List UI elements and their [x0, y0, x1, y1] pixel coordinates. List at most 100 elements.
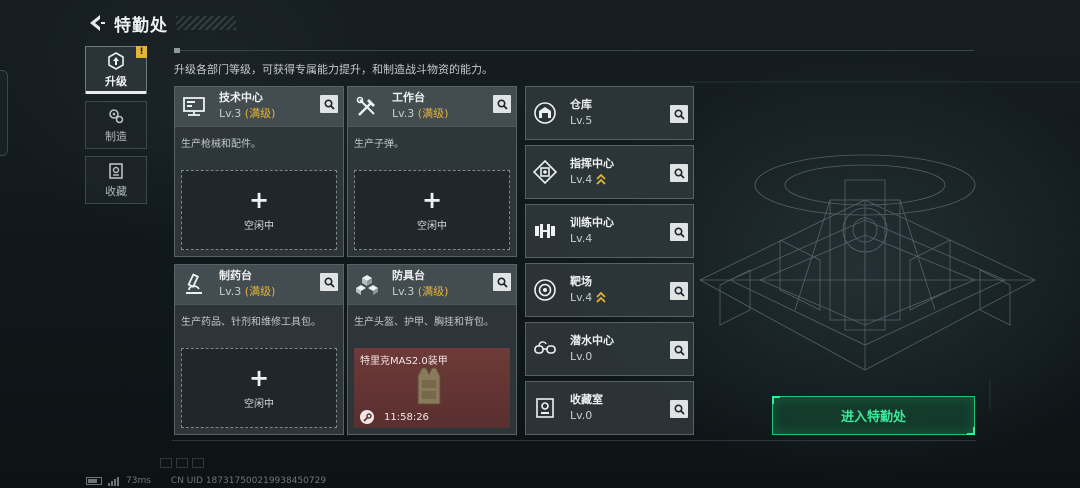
card-level: Lv.3 (满级) — [392, 285, 449, 298]
page-title: 特勤处 — [114, 15, 168, 36]
collection-icon — [109, 162, 123, 179]
card-title: 制药台 — [219, 269, 252, 282]
facility-name: 潜水中心 — [570, 333, 614, 347]
facility-name: 靶场 — [570, 274, 592, 288]
nav-upgrade-label: 升级 — [105, 74, 127, 88]
divider — [172, 440, 976, 441]
magnifier-icon — [673, 167, 685, 179]
enter-special-ops-button[interactable]: 进入特勤处 — [772, 396, 975, 435]
card-level: Lv.3 (满级) — [219, 285, 276, 298]
workbench-card-pharmacy[interactable]: 制药台 Lv.3 (满级) 生产药品、针剂和维修工具包。 + 空闲中 — [174, 264, 344, 435]
computer-icon — [181, 94, 207, 120]
magnifier-icon — [673, 285, 685, 297]
max-level-tag: (满级) — [244, 285, 276, 298]
inspect-button[interactable] — [670, 400, 688, 418]
magnifier-icon — [496, 98, 508, 110]
facility-level: Lv.4 — [570, 172, 614, 188]
trophy-case-icon — [532, 395, 558, 421]
idle-slot[interactable]: + 空闲中 — [181, 348, 337, 428]
side-drawer-tab[interactable] — [0, 70, 8, 156]
facility-level: Lv.5 — [570, 113, 593, 127]
upgrade-available-icon — [596, 292, 606, 303]
card-description: 生产头盔、护甲、胸挂和背包。 — [354, 317, 494, 328]
facility-name: 收藏室 — [570, 392, 603, 406]
facility-card-shooting-range[interactable]: 靶场 Lv.4 — [525, 263, 694, 317]
side-nav: ! 升级 制造 收藏 — [85, 46, 147, 211]
ping-value: 73ms — [126, 476, 151, 486]
card-title: 工作台 — [392, 91, 425, 104]
blocks-icon — [354, 272, 380, 298]
facility-name: 训练中心 — [570, 215, 614, 229]
max-level-tag: (满级) — [244, 107, 276, 120]
nav-collection[interactable]: 收藏 — [85, 156, 147, 204]
crafting-item-name: 特里克MAS2.0装甲 — [360, 356, 448, 367]
user-uid: CN UID 1873175002199384507​29 — [170, 476, 327, 486]
inspect-button[interactable] — [320, 95, 338, 113]
decorative-blocks — [160, 458, 204, 468]
gears-icon — [109, 108, 124, 123]
slot-status: 空闲中 — [244, 398, 274, 410]
max-level-tag: (满级) — [417, 285, 449, 298]
facility-level: Lv.0 — [570, 349, 593, 363]
card-description: 生产枪械和配件。 — [181, 139, 261, 150]
nav-collection-label: 收藏 — [105, 184, 127, 198]
magnifier-icon — [496, 276, 508, 288]
workbench-card-tech-center[interactable]: 技术中心 Lv.3 (满级) 生产枪械和配件。 + 空闲中 — [174, 86, 344, 257]
inspect-button[interactable] — [493, 273, 511, 291]
warehouse-icon — [532, 100, 558, 126]
facility-card-training-center[interactable]: 训练中心 Lv.4 — [525, 204, 694, 258]
page-header: 特勤处 — [86, 10, 236, 36]
title-decoration — [176, 16, 236, 30]
facility-name: 仓库 — [570, 97, 592, 111]
facility-card-collection-room[interactable]: 收藏室 Lv.0 — [525, 381, 694, 435]
wrench-icon — [360, 410, 374, 424]
workbench-card-workbench[interactable]: 工作台 Lv.3 (满级) 生产子弹。 + 空闲中 — [347, 86, 517, 257]
intro-text: 升级各部门等级，可获得专属能力提升，和制造战斗物资的能力。 — [174, 63, 493, 76]
body-armor-icon — [417, 367, 441, 405]
back-arrow-icon[interactable] — [86, 12, 108, 34]
slot-status: 空闲中 — [244, 220, 274, 232]
inspect-button[interactable] — [670, 105, 688, 123]
nav-upgrade[interactable]: ! 升级 — [85, 46, 147, 94]
upgrade-available-icon — [596, 174, 606, 185]
diving-goggles-icon — [532, 336, 558, 362]
plus-icon: + — [421, 185, 443, 214]
inspect-button[interactable] — [670, 341, 688, 359]
inspect-button[interactable] — [493, 95, 511, 113]
magnifier-icon — [673, 403, 685, 415]
target-icon — [532, 277, 558, 303]
card-description: 生产药品、针剂和维修工具包。 — [181, 317, 321, 328]
inspect-button[interactable] — [670, 223, 688, 241]
command-chip-icon — [532, 159, 558, 185]
facility-model-illustration — [690, 81, 1080, 410]
inspect-button[interactable] — [670, 164, 688, 182]
idle-slot[interactable]: + 空闲中 — [181, 170, 337, 250]
battery-icon — [86, 477, 102, 485]
max-level-tag: (满级) — [417, 107, 449, 120]
signal-icon — [108, 476, 119, 486]
upgrade-icon — [108, 51, 124, 70]
magnifier-icon — [323, 276, 335, 288]
magnifier-icon — [323, 98, 335, 110]
facility-card-diving-center[interactable]: 潜水中心 Lv.0 — [525, 322, 694, 376]
plus-icon: + — [248, 185, 270, 214]
facility-level: Lv.4 — [570, 290, 606, 306]
facility-card-command-center[interactable]: 指挥中心 Lv.4 — [525, 145, 694, 199]
card-header: 制药台 Lv.3 (满级) — [175, 265, 343, 305]
dumbbell-icon — [532, 218, 558, 244]
magnifier-icon — [673, 226, 685, 238]
nav-craft-label: 制造 — [105, 129, 127, 143]
crafting-slot[interactable]: 特里克MAS2.0装甲 11:58:26 — [354, 348, 510, 428]
slot-status: 空闲中 — [417, 220, 447, 232]
inspect-button[interactable] — [670, 282, 688, 300]
nav-craft[interactable]: 制造 — [85, 101, 147, 149]
facility-card-warehouse[interactable]: 仓库 Lv.5 — [525, 86, 694, 140]
card-header: 工作台 Lv.3 (满级) — [348, 87, 516, 127]
divider — [174, 48, 974, 53]
facility-name: 指挥中心 — [570, 156, 614, 170]
idle-slot[interactable]: + 空闲中 — [354, 170, 510, 250]
inspect-button[interactable] — [320, 273, 338, 291]
facility-level: Lv.4 — [570, 231, 593, 245]
tools-icon — [354, 94, 380, 120]
workbench-card-armor[interactable]: 防具台 Lv.3 (满级) 生产头盔、护甲、胸挂和背包。 特里克MAS2.0装甲… — [347, 264, 517, 435]
